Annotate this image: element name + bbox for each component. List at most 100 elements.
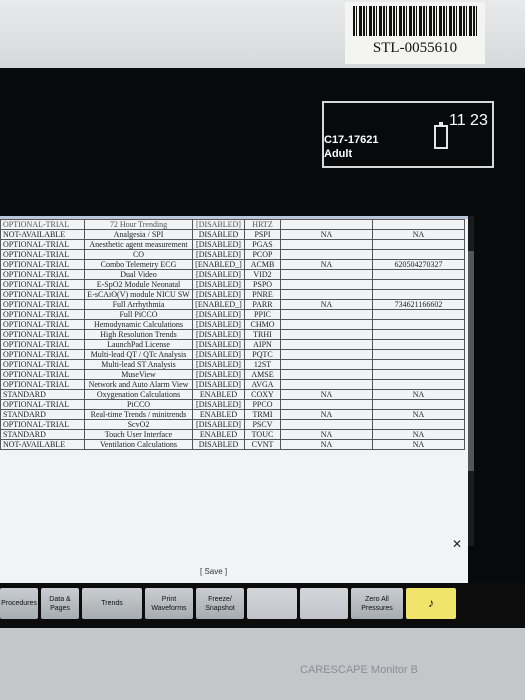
feature-state[interactable]: [DISABLED]: [192, 249, 245, 260]
feature-state[interactable]: [DISABLED]: [192, 279, 245, 290]
license-status: OPTIONAL-TRIAL: [0, 289, 85, 300]
feature-state[interactable]: [DISABLED]: [192, 309, 245, 320]
feature-name: Hemodynamic Calculations: [84, 319, 193, 330]
field-b: [372, 369, 465, 380]
save-button[interactable]: [ Save ]: [200, 567, 227, 576]
field-a: [280, 249, 373, 260]
feature-state[interactable]: [DISABLED]: [192, 379, 245, 390]
license-row: OPTIONAL-TRIAL Multi-lead ST Analysis [DIS…: [0, 359, 465, 370]
license-row: OPTIONAL-TRIAL Hemodynamic Calculations [D…: [0, 319, 465, 330]
license-row: STANDARD Oxygenation Calculations ENABLED C…: [0, 389, 465, 400]
feature-code: ACMB: [244, 259, 281, 270]
feature-code: CHMO: [244, 319, 281, 330]
feature-code: AVGA: [244, 379, 281, 390]
close-icon[interactable]: ✕: [452, 537, 462, 551]
feature-state[interactable]: ENABLED: [192, 389, 245, 400]
monitor-screen: C17-17621 Adult 11 23 OPTIONAL-TRIAL 72 H…: [0, 68, 525, 628]
feature-name: CO: [84, 249, 193, 260]
feature-name: Combo Telemetry ECG: [84, 259, 193, 270]
license-status: OPTIONAL-TRIAL: [0, 359, 85, 370]
print-waveforms-button[interactable]: Print Waveforms: [145, 588, 193, 619]
feature-name: E-SpO2 Module Neonatal: [84, 279, 193, 290]
field-b: [372, 359, 465, 370]
feature-code: TOUC: [244, 429, 281, 440]
feature-code: PGAS: [244, 239, 281, 250]
data-pages-button[interactable]: Data & Pages: [41, 588, 79, 619]
license-row: OPTIONAL-TRIAL Dual Video [DISABLED] VID2: [0, 269, 465, 280]
license-row: OPTIONAL-TRIAL Combo Telemetry ECG [ENABLE…: [0, 259, 465, 270]
feature-state[interactable]: [DISABLED]: [192, 239, 245, 250]
alarm-bell-icon[interactable]: ♪: [406, 588, 456, 619]
license-row: OPTIONAL-TRIAL High Resolution Trends [DIS…: [0, 329, 465, 340]
feature-state[interactable]: [DISABLED]: [192, 289, 245, 300]
feature-name: Dual Video: [84, 269, 193, 280]
field-b: [372, 309, 465, 320]
field-a: [280, 369, 373, 380]
feature-state[interactable]: ENABLED: [192, 409, 245, 420]
field-a: NA: [280, 299, 373, 310]
procedures-button[interactable]: Procedures: [0, 588, 38, 619]
feature-code: PSPI: [244, 229, 281, 240]
asset-tag: STL-0055610: [372, 40, 458, 56]
trends-button[interactable]: Trends: [82, 588, 142, 619]
freeze-snapshot-button[interactable]: Freeze/ Snapshot: [196, 588, 244, 619]
field-a: [280, 379, 373, 390]
feature-code: PSPO: [244, 279, 281, 290]
scrollbar[interactable]: [468, 216, 474, 546]
field-b: [372, 239, 465, 250]
license-row: OPTIONAL-TRIAL E-sCAiO(V) module NICU SW[…: [0, 289, 465, 300]
feature-state[interactable]: DISABLED: [192, 439, 245, 450]
asset-sticker: STL-0055610: [345, 2, 485, 64]
feature-state[interactable]: [DISABLED]: [192, 359, 245, 370]
license-row: OPTIONAL-TRIAL Full Arrhythmia [ENABLED_] P…: [0, 299, 465, 310]
feature-state[interactable]: [DISABLED]: [192, 219, 245, 230]
scroll-thumb[interactable]: [468, 251, 474, 471]
license-status: OPTIONAL-TRIAL: [0, 349, 85, 360]
license-row: OPTIONAL-TRIAL PiCCO [DISABLED] PPCO: [0, 399, 465, 410]
field-b: NA: [372, 229, 465, 240]
feature-state[interactable]: [ENABLED_]: [192, 259, 245, 270]
license-status: OPTIONAL-TRIAL: [0, 319, 85, 330]
field-a: NA: [280, 259, 373, 270]
patient-info-box[interactable]: C17-17621 Adult 11 23: [322, 101, 494, 168]
field-a: [280, 329, 373, 340]
disabled-button-2: [300, 588, 348, 619]
zero-all-pressures-button[interactable]: Zero All Pressures: [351, 588, 403, 619]
bottom-menu-bar: Procedures Data & Pages Trends Print Wav…: [0, 583, 525, 628]
feature-name: Ventilation Calculations: [84, 439, 193, 450]
field-b: 734621166602: [372, 299, 465, 310]
feature-name: LaunchPad License: [84, 339, 193, 350]
feature-state[interactable]: [DISABLED]: [192, 339, 245, 350]
feature-name: Network and Auto Alarm View: [84, 379, 193, 390]
feature-state[interactable]: [DISABLED]: [192, 349, 245, 360]
feature-state[interactable]: [DISABLED]: [192, 399, 245, 410]
feature-name: PiCCO: [84, 399, 193, 410]
feature-state[interactable]: [DISABLED]: [192, 329, 245, 340]
patient-type: Adult: [324, 148, 353, 160]
field-a: [280, 349, 373, 360]
feature-name: Real-time Trends / minitrends: [84, 409, 193, 420]
feature-state[interactable]: [DISABLED]: [192, 369, 245, 380]
feature-state[interactable]: [DISABLED]: [192, 419, 245, 430]
field-a: [280, 289, 373, 300]
feature-code: HRTZ: [244, 219, 281, 230]
license-status: OPTIONAL-TRIAL: [0, 279, 85, 290]
feature-name: Multi-lead QT / QTc Analysis: [84, 349, 193, 360]
license-row: OPTIONAL-TRIAL MuseView [DISABLED] AMSE: [0, 369, 465, 380]
feature-state[interactable]: ENABLED: [192, 429, 245, 440]
feature-state[interactable]: [DISABLED]: [192, 319, 245, 330]
field-b: [372, 399, 465, 410]
license-status: OPTIONAL-TRIAL: [0, 329, 85, 340]
field-a: [280, 239, 373, 250]
license-row: NOT-AVAILABLE Analgesia / SPI DISABLED PSPI…: [0, 229, 465, 240]
feature-state[interactable]: [DISABLED]: [192, 269, 245, 280]
field-b: [372, 419, 465, 430]
feature-name: Full Arrhythmia: [84, 299, 193, 310]
field-b: 620504270327: [372, 259, 465, 270]
licenses-dialog: OPTIONAL-TRIAL 72 Hour Trending [DISABLED]…: [0, 216, 468, 584]
feature-state[interactable]: DISABLED: [192, 229, 245, 240]
feature-state[interactable]: [ENABLED_]: [192, 299, 245, 310]
device-bezel-bottom: CARESCAPE Monitor B: [0, 628, 525, 700]
feature-code: VID2: [244, 269, 281, 280]
feature-code: AMSE: [244, 369, 281, 380]
